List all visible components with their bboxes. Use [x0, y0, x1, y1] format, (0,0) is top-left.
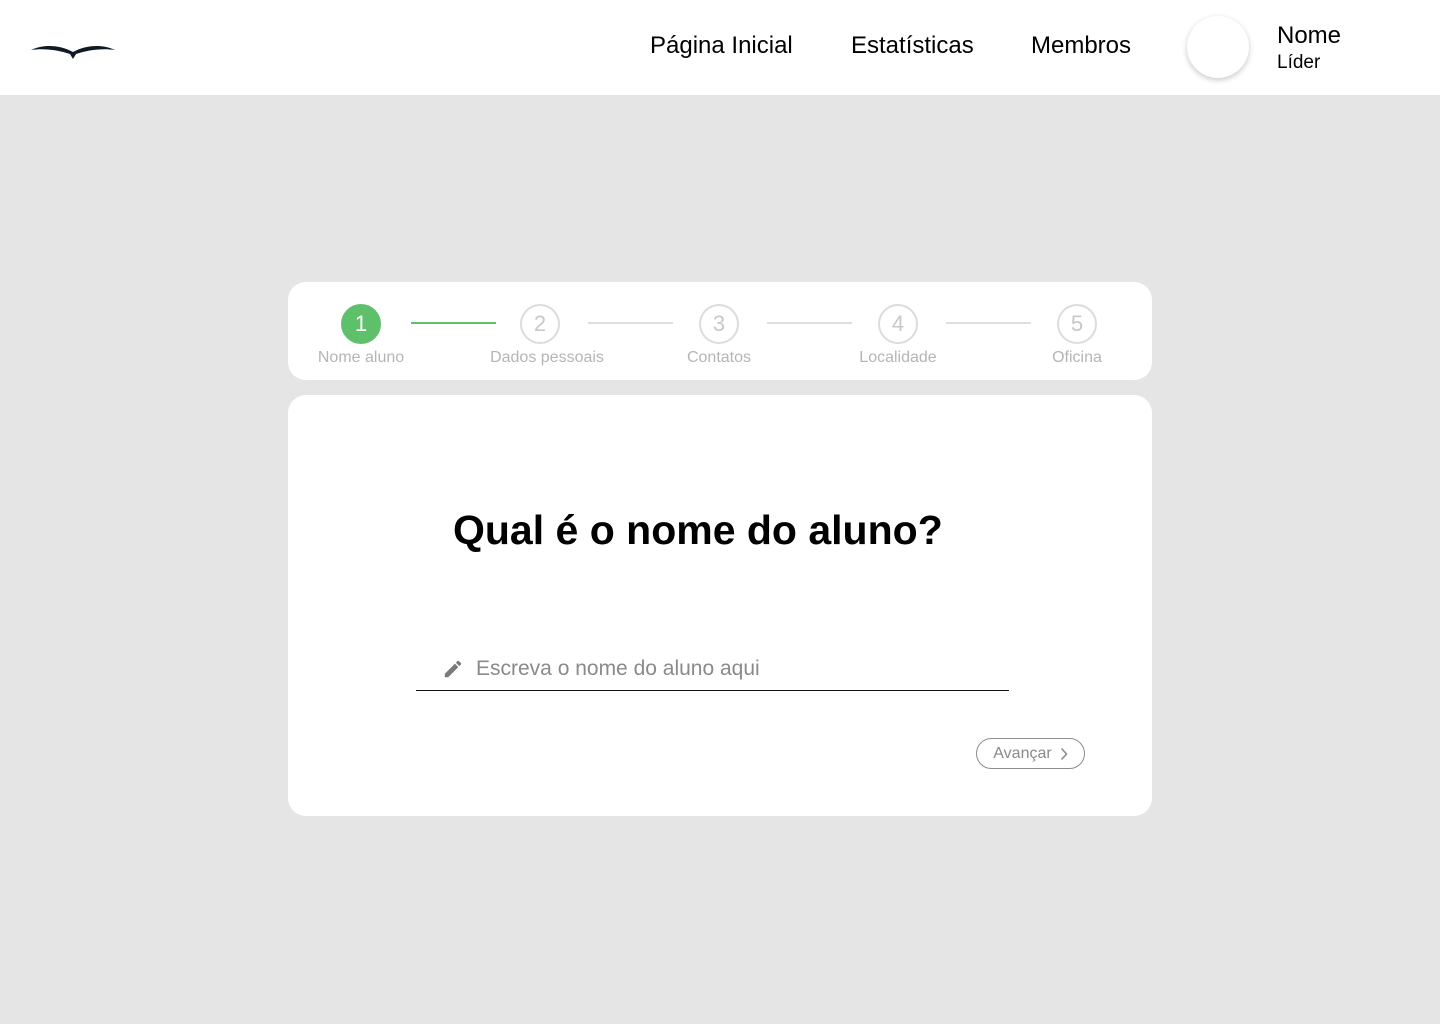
step-connector-1: [411, 322, 496, 324]
step-1-label: Nome aluno: [317, 349, 405, 366]
step-2-label: Dados pessoais: [490, 349, 604, 366]
progress-stepper: 1 Nome aluno 2 Dados pessoais 3 Contatos…: [288, 282, 1152, 380]
student-name-input[interactable]: [476, 653, 996, 685]
user-avatar[interactable]: [1187, 16, 1249, 78]
form-question: Qual é o nome do aluno?: [453, 507, 943, 553]
step-connector-2: [588, 322, 673, 324]
next-button[interactable]: Avançar: [976, 738, 1085, 769]
top-navigation-bar: Página Inicial Estatísticas Membros Nome…: [0, 0, 1440, 95]
user-role: Líder: [1277, 52, 1321, 73]
student-name-form: Qual é o nome do aluno? Avançar: [288, 395, 1152, 816]
step-4-label: Localidade: [859, 349, 937, 366]
step-2-indicator[interactable]: 2: [520, 304, 560, 344]
step-4-indicator[interactable]: 4: [878, 304, 918, 344]
bird-logo-icon[interactable]: [30, 40, 116, 62]
step-connector-4: [946, 322, 1031, 324]
nav-link-home[interactable]: Página Inicial: [650, 32, 793, 60]
step-5-indicator[interactable]: 5: [1057, 304, 1097, 344]
step-connector-3: [767, 322, 852, 324]
step-3-label: Contatos: [686, 349, 752, 366]
nav-link-statistics[interactable]: Estatísticas: [851, 32, 974, 60]
chevron-right-icon: [1060, 747, 1068, 760]
user-name: Nome: [1277, 22, 1342, 49]
step-1-indicator[interactable]: 1: [341, 304, 381, 344]
step-5-label: Oficina: [1052, 349, 1102, 366]
nav-link-members[interactable]: Membros: [1031, 32, 1131, 60]
pencil-icon: [444, 660, 462, 678]
step-3-indicator[interactable]: 3: [699, 304, 739, 344]
student-name-field: [416, 647, 1009, 691]
next-button-label: Avançar: [993, 744, 1052, 762]
